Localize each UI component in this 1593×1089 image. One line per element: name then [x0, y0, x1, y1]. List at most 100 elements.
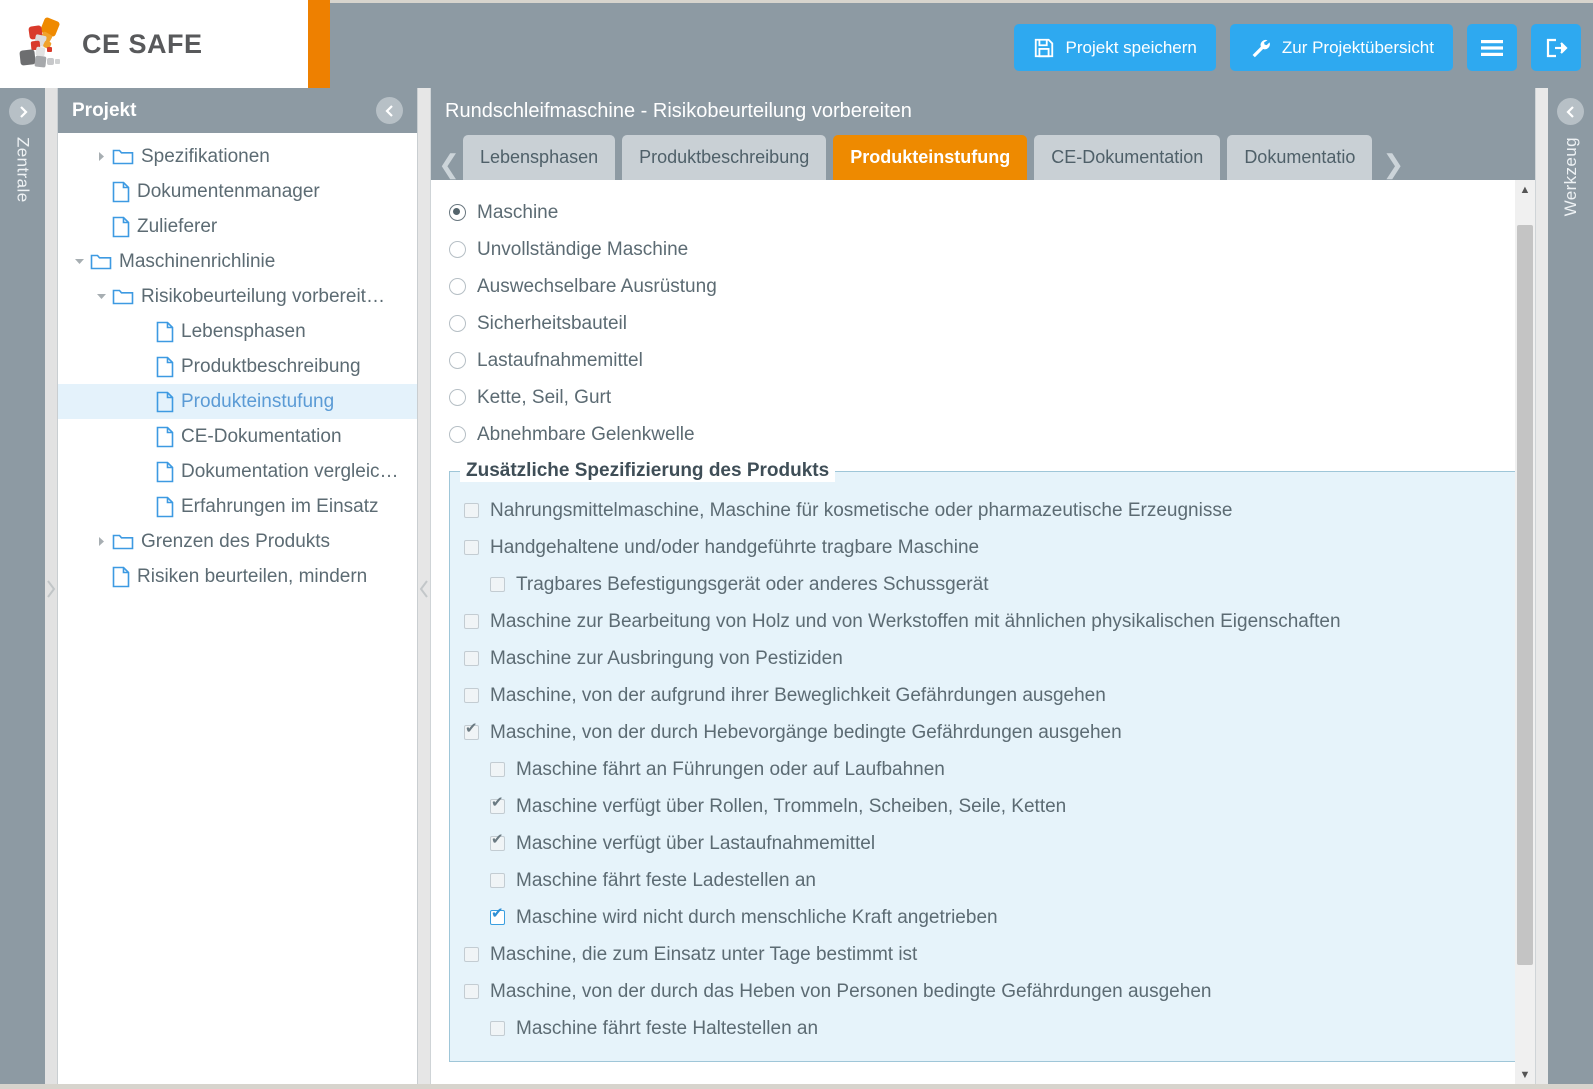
- save-project-button[interactable]: Projekt speichern: [1013, 24, 1216, 71]
- radio-option-auswechselbare-ausrüstung[interactable]: Auswechselbare Ausrüstung: [449, 268, 1517, 305]
- project-overview-button[interactable]: Zur Projektübersicht: [1229, 24, 1453, 71]
- checkbox-row[interactable]: Maschine verfügt über Rollen, Trommeln, …: [464, 788, 1502, 825]
- radio-button[interactable]: [449, 389, 466, 406]
- document-icon: [156, 356, 174, 378]
- radio-option-label: Sicherheitsbauteil: [477, 312, 627, 334]
- right-rail-werkzeug[interactable]: Werkzeug: [1548, 88, 1593, 1089]
- tree-item-label: Risikobeurteilung vorbereit…: [141, 285, 385, 307]
- tree-item-risikobeurteilung-vorbereit[interactable]: Risikobeurteilung vorbereit…: [58, 279, 417, 314]
- chevron-down-icon[interactable]: [90, 291, 112, 302]
- tab-lebensphasen[interactable]: Lebensphasen: [463, 135, 616, 180]
- chevron-right-icon[interactable]: [90, 536, 112, 547]
- radio-option-sicherheitsbauteil[interactable]: Sicherheitsbauteil: [449, 305, 1517, 342]
- radio-option-abnehmbare-gelenkwelle[interactable]: Abnehmbare Gelenkwelle: [449, 416, 1517, 453]
- radio-button[interactable]: [449, 278, 466, 295]
- tree-item-risiken-beurteilen-mindern[interactable]: Risiken beurteilen, mindern: [58, 559, 417, 594]
- checkbox-unchecked[interactable]: [490, 577, 505, 592]
- checkbox-unchecked[interactable]: [490, 873, 505, 888]
- checkbox-row[interactable]: Maschine verfügt über Lastaufnahmemittel: [464, 825, 1502, 862]
- radio-button[interactable]: [449, 426, 466, 443]
- tab-produkteinstufung[interactable]: Produkteinstufung: [833, 135, 1028, 180]
- checkbox-unchecked[interactable]: [464, 651, 479, 666]
- logout-icon: [1543, 36, 1569, 60]
- scroll-up-icon[interactable]: ▲: [1515, 180, 1535, 200]
- tree-item-label: Dokumentation vergleic…: [181, 460, 399, 482]
- checkbox-checked[interactable]: [490, 832, 505, 851]
- checkbox-row[interactable]: Nahrungsmittelmaschine, Maschine für kos…: [464, 492, 1502, 529]
- menu-button[interactable]: [1467, 24, 1517, 71]
- checkbox-row[interactable]: Maschine zur Bearbeitung von Holz und vo…: [464, 603, 1502, 640]
- expand-right-rail-icon[interactable]: [1557, 98, 1584, 125]
- checkbox-unchecked[interactable]: [464, 688, 479, 703]
- collapse-project-tree-icon[interactable]: [376, 97, 403, 124]
- checkbox-checked[interactable]: [464, 721, 479, 740]
- folder-icon: [112, 147, 134, 166]
- left-rail-zentrale[interactable]: Zentrale: [0, 88, 45, 1089]
- checkbox-unchecked[interactable]: [464, 947, 479, 962]
- checkbox-row[interactable]: Maschine, von der durch Hebevorgänge bed…: [464, 714, 1502, 751]
- radio-option-kette-seil-gurt[interactable]: Kette, Seil, Gurt: [449, 379, 1517, 416]
- checkbox-row[interactable]: Tragbares Befestigungsgerät oder anderes…: [464, 566, 1502, 603]
- tab-scroll-left-icon[interactable]: ❮: [435, 149, 463, 180]
- checkbox-row[interactable]: Maschine fährt feste Haltestellen an: [464, 1010, 1502, 1047]
- checkbox-row[interactable]: Maschine, von der durch das Heben von Pe…: [464, 973, 1502, 1010]
- checkbox-unchecked[interactable]: [490, 1021, 505, 1036]
- splitter-middle[interactable]: [418, 88, 430, 1089]
- tree-item-dokumentenmanager[interactable]: Dokumentenmanager: [58, 174, 417, 209]
- tab-ce-dokumentation[interactable]: CE-Dokumentation: [1034, 135, 1221, 180]
- tree-item-dokumentation-vergleic[interactable]: Dokumentation vergleic…: [58, 454, 417, 489]
- checkbox-row[interactable]: Maschine fährt an Führungen oder auf Lau…: [464, 751, 1502, 788]
- checkbox-unchecked[interactable]: [464, 984, 479, 999]
- checkbox-unchecked[interactable]: [464, 503, 479, 518]
- tree-item-erfahrungen-im-einsatz[interactable]: Erfahrungen im Einsatz: [58, 489, 417, 524]
- tree-item-produkteinstufung[interactable]: Produkteinstufung: [58, 384, 417, 419]
- tab-scroll-right-icon[interactable]: ❯: [1379, 149, 1407, 180]
- checkbox-unchecked[interactable]: [490, 762, 505, 777]
- folder-icon: [90, 252, 112, 271]
- radio-button-selected[interactable]: [449, 204, 466, 221]
- content-vertical-scrollbar[interactable]: ▲ ▼: [1515, 180, 1535, 1085]
- checkbox-row[interactable]: Maschine zur Ausbringung von Pestiziden: [464, 640, 1502, 677]
- radio-option-maschine[interactable]: Maschine: [449, 194, 1517, 231]
- checkbox-row[interactable]: Handgehaltene und/oder handgeführte trag…: [464, 529, 1502, 566]
- tree-item-lebensphasen[interactable]: Lebensphasen: [58, 314, 417, 349]
- checkbox-unchecked[interactable]: [464, 614, 479, 629]
- checkbox-row[interactable]: Maschine fährt feste Ladestellen an: [464, 862, 1502, 899]
- radio-button[interactable]: [449, 315, 466, 332]
- radio-option-label: Kette, Seil, Gurt: [477, 386, 612, 408]
- checkbox-unchecked[interactable]: [464, 540, 479, 555]
- tree-item-grenzen-des-produkts[interactable]: Grenzen des Produkts: [58, 524, 417, 559]
- radio-button[interactable]: [449, 352, 466, 369]
- splitter-right[interactable]: [1536, 88, 1548, 1089]
- additional-specification-fieldset: Zusätzliche Spezifizierung des Produkts …: [449, 460, 1517, 1062]
- chevron-right-icon[interactable]: [90, 151, 112, 162]
- scroll-down-icon[interactable]: ▼: [1515, 1065, 1535, 1085]
- logout-button[interactable]: [1531, 24, 1581, 71]
- chevron-down-icon[interactable]: [68, 256, 90, 267]
- tab-produktbeschreibung[interactable]: Produktbeschreibung: [622, 135, 827, 180]
- tree-item-zulieferer[interactable]: Zulieferer: [58, 209, 417, 244]
- checkbox-row[interactable]: Maschine, die zum Einsatz unter Tage bes…: [464, 936, 1502, 973]
- checkbox-row[interactable]: Maschine, von der aufgrund ihrer Bewegli…: [464, 677, 1502, 714]
- expand-left-rail-icon[interactable]: [9, 98, 36, 125]
- scrollbar-thumb[interactable]: [1517, 225, 1533, 965]
- checkbox-row[interactable]: Maschine wird nicht durch menschliche Kr…: [464, 899, 1502, 936]
- tree-item-label: Produktbeschreibung: [181, 355, 361, 377]
- radio-option-unvollständige-maschine[interactable]: Unvollständige Maschine: [449, 231, 1517, 268]
- splitter-left[interactable]: [45, 88, 57, 1089]
- checkbox-label: Maschine verfügt über Rollen, Trommeln, …: [516, 795, 1067, 817]
- checkbox-checked[interactable]: [490, 795, 505, 814]
- radio-option-lastaufnahmemittel[interactable]: Lastaufnahmemittel: [449, 342, 1517, 379]
- document-icon: [156, 496, 174, 518]
- product-classification-radiogroup: Maschine Unvollständige Maschine Auswechse…: [449, 194, 1517, 453]
- radio-button[interactable]: [449, 241, 466, 258]
- project-tree-header: Projekt: [58, 88, 417, 133]
- tree-item-maschinenrichlinie[interactable]: Maschinenrichlinie: [58, 244, 417, 279]
- tree-item-spezifikationen[interactable]: Spezifikationen: [58, 139, 417, 174]
- window-bottom-divider: [0, 1084, 1593, 1089]
- checkbox-checked[interactable]: [490, 906, 505, 925]
- tab-dokumentatio[interactable]: Dokumentatio: [1227, 135, 1373, 180]
- tree-item-ce-dokumentation[interactable]: CE-Dokumentation: [58, 419, 417, 454]
- document-icon: [156, 321, 174, 343]
- tree-item-produktbeschreibung[interactable]: Produktbeschreibung: [58, 349, 417, 384]
